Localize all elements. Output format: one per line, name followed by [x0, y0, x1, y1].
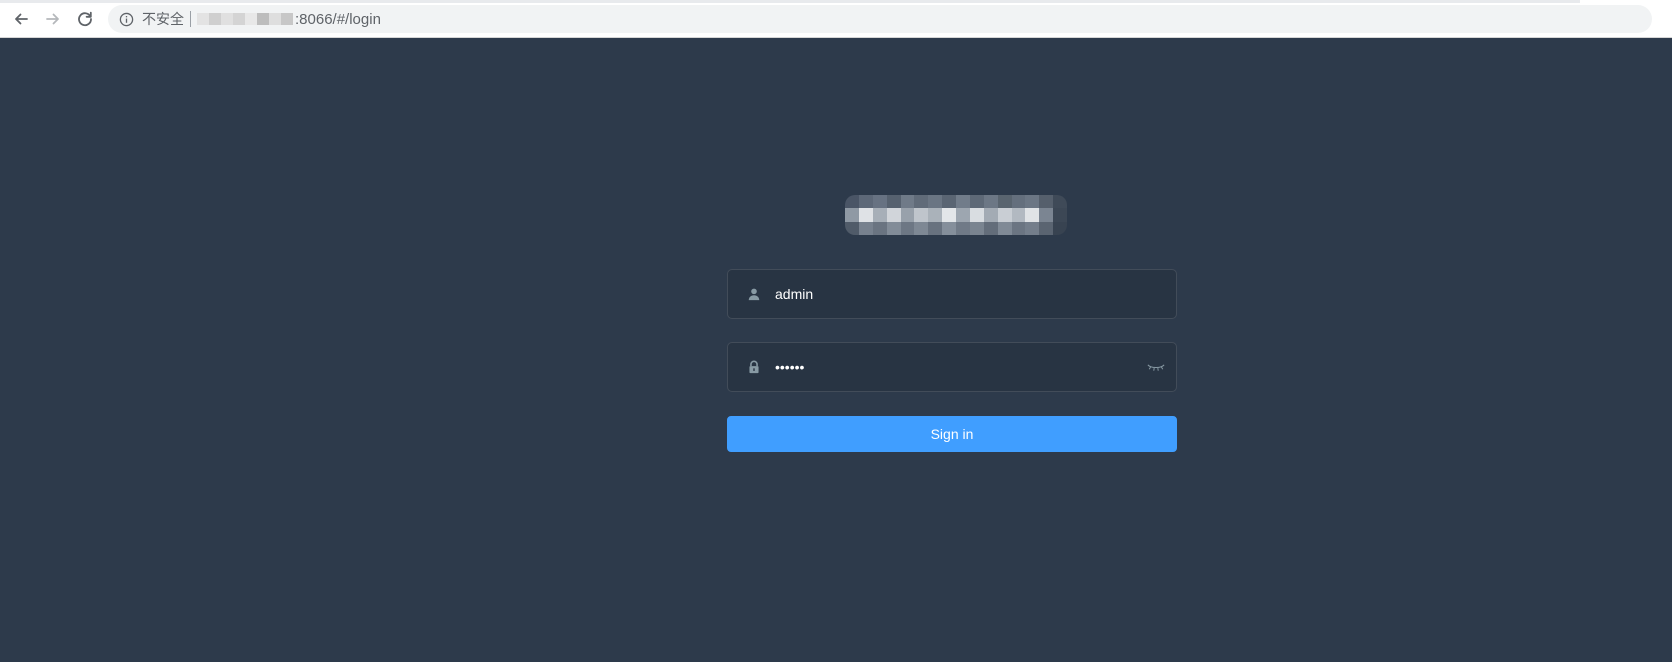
redacted-title-logo — [845, 195, 1067, 235]
security-status-label: 不安全 — [142, 11, 184, 27]
redacted-host — [197, 13, 293, 25]
eye-closed-icon[interactable] — [1146, 360, 1166, 374]
reload-button[interactable] — [74, 8, 96, 30]
address-bar[interactable]: 不安全 :8066/#/login — [108, 5, 1652, 33]
info-icon[interactable] — [118, 11, 134, 27]
sign-in-button[interactable]: Sign in — [727, 416, 1177, 452]
url-divider — [190, 11, 191, 27]
forward-button[interactable] — [42, 8, 64, 30]
password-field[interactable] — [727, 342, 1177, 392]
user-icon — [745, 285, 763, 303]
arrow-left-icon — [15, 13, 28, 25]
username-input[interactable] — [763, 271, 1176, 317]
back-button[interactable] — [10, 8, 32, 30]
browser-toolbar: 不安全 :8066/#/login — [0, 0, 1672, 38]
username-field[interactable] — [727, 269, 1177, 319]
url-text: :8066/#/login — [295, 10, 381, 28]
password-input[interactable] — [763, 344, 1146, 390]
lock-icon — [745, 358, 763, 376]
reload-icon — [78, 11, 92, 27]
arrow-right-icon — [46, 13, 59, 25]
tab-strip-edge — [0, 0, 1580, 3]
